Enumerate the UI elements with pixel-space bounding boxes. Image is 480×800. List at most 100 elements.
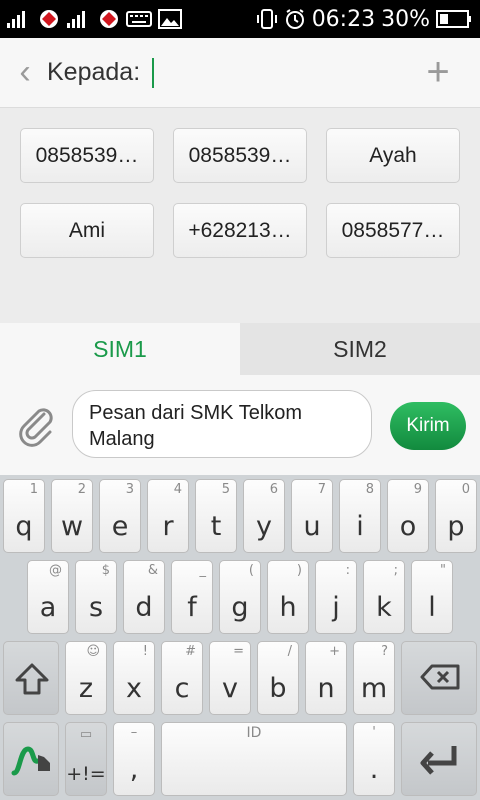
key-hint: " (440, 563, 446, 578)
key-label: c (174, 673, 190, 704)
key-label: w (60, 511, 84, 542)
key-label: y (256, 511, 272, 542)
key-label: v (222, 673, 238, 704)
key-f[interactable]: _ f (171, 560, 213, 634)
space-language-hint: ID (246, 725, 262, 741)
key-p[interactable]: 0p (435, 479, 477, 553)
contact-chip[interactable]: Ayah (326, 128, 460, 183)
key-hint: 8 (365, 482, 374, 497)
tab-sim1[interactable]: SIM1 (0, 323, 240, 375)
swype-key[interactable] (3, 722, 59, 796)
key-k[interactable]: ; k (363, 560, 405, 634)
key-label: m (360, 673, 388, 704)
recipient-header: ‹ Kepada: + (0, 38, 480, 108)
key-m[interactable]: ? m (353, 641, 395, 715)
back-icon[interactable]: ‹ (10, 52, 40, 92)
sim-tabs: SIM1 SIM2 (0, 323, 480, 375)
key-label: x (126, 673, 142, 704)
key-hint: 0 (461, 482, 470, 497)
key-j[interactable]: :j (315, 560, 357, 634)
key-hint: ( (248, 563, 254, 578)
status-right: 06:23 30% (256, 0, 472, 38)
battery-icon (436, 9, 472, 29)
key-a[interactable]: @ a (27, 560, 69, 634)
send-button[interactable]: Kirim (390, 402, 466, 450)
enter-key[interactable] (401, 722, 477, 796)
key-label: r (162, 511, 174, 542)
key-hint: 7 (317, 482, 326, 497)
contact-chip[interactable]: 0858539… (20, 128, 154, 183)
backspace-icon (420, 664, 460, 695)
shift-key[interactable] (3, 641, 59, 715)
operator-logo-icon (98, 8, 120, 30)
key-r[interactable]: 4r (147, 479, 189, 553)
contact-chip[interactable]: 0858577… (326, 203, 460, 258)
key-h[interactable]: ) h (267, 560, 309, 634)
key-label: g (231, 592, 249, 623)
key-label: e (111, 511, 129, 542)
key-x[interactable]: ! x (113, 641, 155, 715)
contact-chip[interactable]: Ami (20, 203, 154, 258)
key-l[interactable]: " l (411, 560, 453, 634)
contact-chip[interactable]: 0858539… (173, 128, 307, 183)
key-v[interactable]: = v (209, 641, 251, 715)
symbols-key[interactable]: ▭ +!= (65, 722, 107, 796)
key-w[interactable]: 2w (51, 479, 93, 553)
key-hint: = (233, 644, 244, 659)
comma-label: , (129, 754, 139, 785)
key-i[interactable]: 8i (339, 479, 381, 553)
contact-suggestions: 0858539… 0858539… Ayah Ami +628213… 0858… (0, 108, 480, 323)
key-u[interactable]: 7u (291, 479, 333, 553)
key-hint: # (185, 644, 196, 659)
key-hint: ? (381, 644, 388, 659)
key-label: k (376, 592, 392, 623)
key-label: q (15, 511, 33, 542)
enter-icon (420, 743, 460, 782)
key-label: j (332, 592, 340, 623)
key-label: o (399, 511, 417, 542)
key-label: p (447, 511, 465, 542)
period-key[interactable]: ' . (353, 722, 395, 796)
paperclip-icon[interactable] (16, 400, 56, 448)
key-hint: $ (101, 563, 110, 578)
signal-icon (66, 9, 92, 29)
key-hint: 4 (173, 482, 182, 497)
key-c[interactable]: # c (161, 641, 203, 715)
key-b[interactable]: / b (257, 641, 299, 715)
key-hint: _ (199, 563, 207, 578)
shift-icon (14, 662, 50, 701)
key-z[interactable]: ☺ z (65, 641, 107, 715)
key-label: z (78, 673, 94, 704)
key-s[interactable]: $ s (75, 560, 117, 634)
key-t[interactable]: 5t (195, 479, 237, 553)
key-label: u (303, 511, 321, 542)
key-hint: 6 (269, 482, 278, 497)
key-label: n (317, 673, 335, 704)
comma-key[interactable]: – , (113, 722, 155, 796)
backspace-key[interactable] (401, 641, 477, 715)
space-key[interactable]: ID (161, 722, 347, 796)
key-g[interactable]: (g (219, 560, 261, 634)
key-hint: 9 (413, 482, 422, 497)
key-label: a (39, 592, 57, 623)
key-n[interactable]: + n (305, 641, 347, 715)
battery-percent: 30% (381, 6, 430, 32)
key-o[interactable]: 9o (387, 479, 429, 553)
key-hint: & (147, 563, 158, 578)
contact-chip[interactable]: +628213… (173, 203, 307, 258)
tab-sim2[interactable]: SIM2 (240, 323, 480, 375)
key-e[interactable]: 3e (99, 479, 141, 553)
message-input[interactable]: Pesan dari SMK Telkom Malang (72, 390, 372, 458)
comma-hint: – (130, 725, 138, 740)
key-d[interactable]: & d (123, 560, 165, 634)
key-hint: 5 (221, 482, 230, 497)
symbols-hint-icon: ▭ (79, 727, 93, 742)
key-label: f (187, 592, 197, 623)
compose-bar: Pesan dari SMK Telkom Malang Kirim (0, 375, 480, 475)
key-q[interactable]: 1q (3, 479, 45, 553)
key-y[interactable]: 6y (243, 479, 285, 553)
key-hint: 2 (77, 482, 86, 497)
key-hint: 1 (29, 482, 38, 497)
vibrate-icon (256, 8, 278, 30)
plus-icon[interactable]: + (418, 50, 458, 94)
